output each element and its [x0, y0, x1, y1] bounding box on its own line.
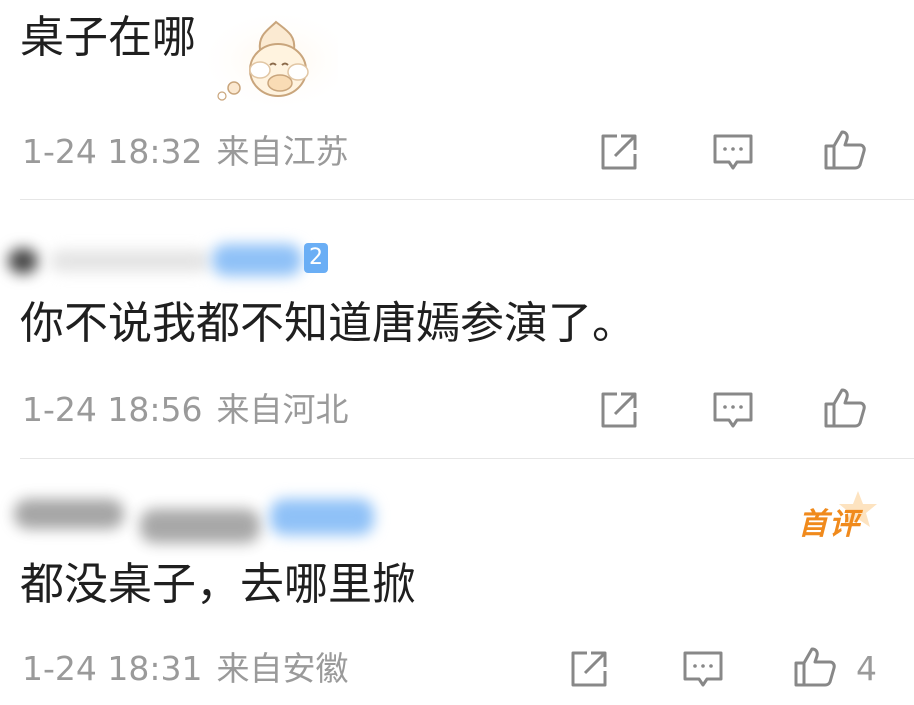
- like-icon: [824, 388, 866, 428]
- top-comment-badge: 首评: [798, 507, 860, 542]
- comment-2: 2 你不说我都不知道唐嫣参演了。 1-24 18:56 来自河北: [0, 200, 914, 458]
- username-obscured: [212, 244, 302, 276]
- like-icon: [794, 647, 836, 687]
- share-button[interactable]: [595, 128, 643, 176]
- username-obscured: [270, 499, 374, 535]
- sticker-emoji: [198, 10, 348, 105]
- comment-icon: [713, 134, 753, 170]
- like-icon: [824, 130, 866, 170]
- comment-location: 来自河北: [216, 390, 349, 429]
- comment-3: 首评 都没桌子，去哪里掀 1-24 18:31 来自安徽 4: [0, 459, 914, 705]
- comment-meta: 1-24 18:56 来自河北: [22, 390, 349, 430]
- comment-location: 来自江苏: [216, 132, 349, 171]
- user-level-badge: 2: [304, 243, 328, 273]
- comment-text: 都没桌子，去哪里掀: [20, 559, 416, 610]
- share-button[interactable]: [595, 386, 643, 434]
- comment-location: 来自安徽: [216, 649, 349, 688]
- share-icon: [601, 392, 637, 428]
- share-button[interactable]: [565, 645, 613, 693]
- comment-meta: 1-24 18:32 来自江苏: [22, 132, 349, 172]
- share-icon: [571, 651, 607, 687]
- username-obscured: [140, 509, 260, 543]
- comment-icon: [713, 392, 753, 428]
- share-icon: [601, 134, 637, 170]
- comment-text: 桌子在哪: [20, 12, 196, 63]
- like-button[interactable]: [820, 384, 868, 432]
- comment-button[interactable]: [709, 128, 757, 176]
- comment-meta: 1-24 18:31 来自安徽: [22, 649, 349, 689]
- username-obscured: [8, 248, 38, 274]
- comment-button[interactable]: [709, 386, 757, 434]
- username-obscured: [14, 499, 124, 529]
- comment-1: 桌子在哪 1-24 18:32 来自江苏: [0, 0, 914, 200]
- like-button[interactable]: [790, 643, 838, 691]
- like-button[interactable]: [820, 126, 868, 174]
- comment-text: 你不说我都不知道唐嫣参演了。: [20, 298, 636, 349]
- username-obscured: [50, 250, 210, 272]
- comment-icon: [683, 651, 723, 687]
- comment-date: 1-24 18:56: [22, 390, 203, 429]
- comment-button[interactable]: [679, 645, 727, 693]
- like-count: 4: [856, 649, 877, 688]
- comment-date: 1-24 18:32: [22, 132, 203, 171]
- comment-date: 1-24 18:31: [22, 649, 203, 688]
